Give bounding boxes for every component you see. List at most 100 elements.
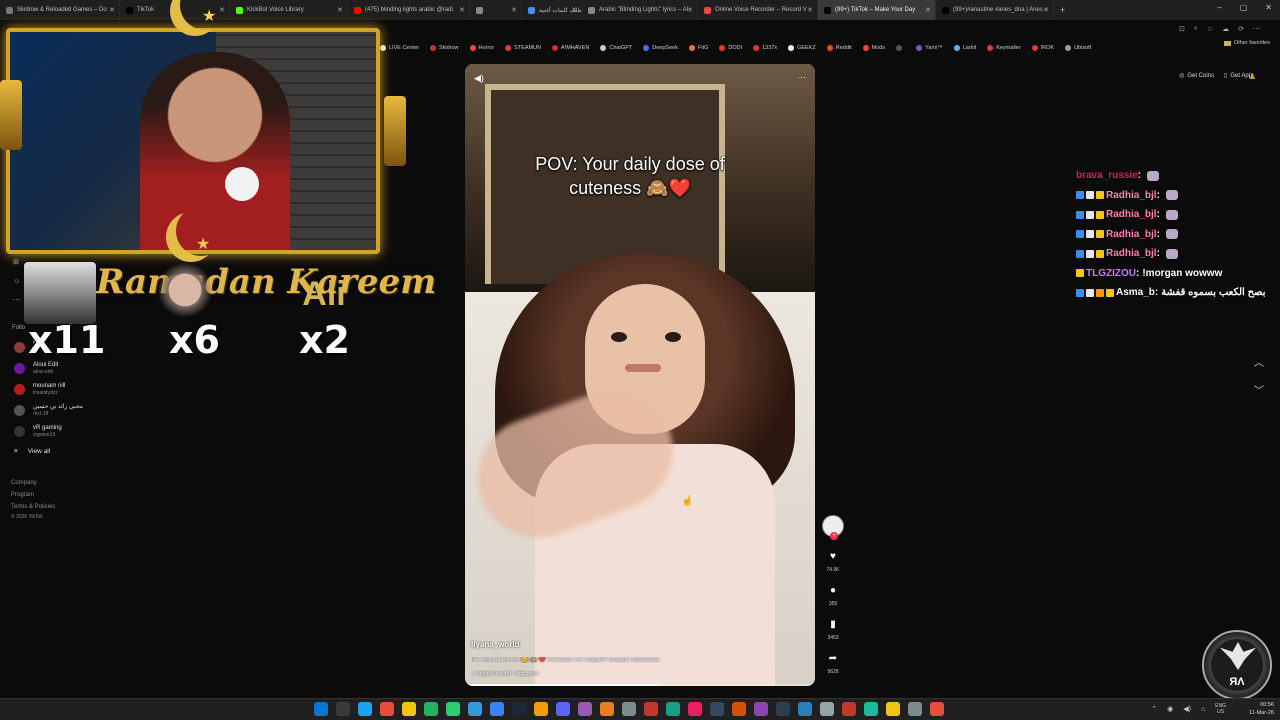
language-indicator[interactable]: ENG US (1215, 703, 1226, 715)
bookmark-item[interactable]: Keymailer (987, 44, 1021, 51)
view-all-link[interactable]: ≡ View all (14, 448, 50, 455)
tray-network-icon[interactable]: ⌂ (1201, 706, 1205, 713)
following-account[interactable]: mounam nill insanitydzz (14, 383, 65, 396)
taskbar-app-icon[interactable] (798, 702, 812, 716)
taskbar-app-icon[interactable] (644, 702, 658, 716)
chat-username[interactable]: brava_russie (1076, 170, 1138, 181)
bookmark-item[interactable]: Mods (862, 44, 885, 51)
browser-tab[interactable]: Online Voice Recorder – Record V ✕ (698, 0, 818, 20)
bookmark-item[interactable]: Horror (469, 44, 494, 51)
taskbar-app-icon[interactable] (402, 702, 416, 716)
share-action[interactable]: ➦ 5628 (820, 653, 846, 675)
chat-username[interactable]: Asma_b (1116, 287, 1155, 298)
next-video-icon[interactable]: ﹀ (1254, 382, 1264, 397)
video-progress-bar[interactable] (465, 684, 815, 686)
taskbar-app-icon[interactable] (886, 702, 900, 716)
tab-close-icon[interactable]: ✕ (925, 6, 931, 14)
browser-tab[interactable]: KickBot Voice Library ✕ (230, 0, 348, 20)
taskbar-app-icon[interactable] (446, 702, 460, 716)
taskbar-app-icon[interactable] (710, 702, 724, 716)
tab-close-icon[interactable]: ✕ (571, 6, 577, 14)
add-icon[interactable]: ⊞ (13, 258, 19, 266)
minimize-button[interactable]: – (1217, 3, 1221, 12)
taskbar-app-icon[interactable] (754, 702, 768, 716)
get-app-button[interactable]: ▯ Get App (1224, 72, 1252, 80)
tab-close-icon[interactable]: ✕ (687, 6, 693, 14)
heart-icon[interactable]: ♥ (820, 551, 846, 563)
tab-close-icon[interactable]: ✕ (807, 6, 813, 14)
following-account[interactable]: محبي رائد بن حسين rhct.1ff (14, 404, 83, 417)
more-options-icon[interactable]: ⋯ (797, 72, 806, 83)
taskbar-app-icon[interactable] (468, 702, 482, 716)
chat-username[interactable]: Radhia_bjl (1106, 209, 1157, 220)
bookmark-item[interactable]: GEEKZ (788, 44, 816, 51)
tab-close-icon[interactable]: ✕ (1043, 6, 1049, 14)
taskbar-app-icon[interactable] (908, 702, 922, 716)
tray-volume-icon[interactable]: ◀) (1183, 705, 1191, 713)
bookmark-item[interactable]: Larkit (953, 44, 976, 51)
tray-wifi-icon[interactable]: ◉ (1167, 705, 1173, 713)
footer-company-link[interactable]: Company (11, 477, 55, 489)
taskbar-app-icon[interactable] (688, 702, 702, 716)
taskbar-app-icon[interactable] (380, 702, 394, 716)
taskbar-clock[interactable]: 00:56 11-Mar-26 (1249, 701, 1274, 717)
taskbar-app-icon[interactable] (534, 702, 548, 716)
close-window-button[interactable]: ✕ (1265, 3, 1272, 12)
cloud-icon[interactable]: ☁ (1222, 25, 1229, 33)
bookmark-item[interactable]: DeepSeek (643, 44, 678, 51)
bookmark-item[interactable]: Ubisoft (1065, 44, 1091, 51)
browser-tab[interactable]: (475) blinding lights arabic @radi ✕ (348, 0, 470, 20)
browser-tab[interactable]: (99+) TikTok – Make Your Day ✕ (818, 0, 936, 20)
tab-close-icon[interactable]: ✕ (337, 6, 343, 14)
bookmark-item[interactable]: Yami™ (916, 44, 943, 51)
taskbar-app-icon[interactable] (666, 702, 680, 716)
bookmark-item[interactable]: Reddit (826, 44, 852, 51)
taskbar-app-icon[interactable] (490, 702, 504, 716)
footer-program-link[interactable]: Program (11, 489, 55, 501)
chat-username[interactable]: Radhia_bjl (1106, 248, 1157, 259)
taskbar-app-icon[interactable] (732, 702, 746, 716)
taskbar-app-icon[interactable] (776, 702, 790, 716)
comment-action[interactable]: ● 359 (820, 585, 846, 607)
taskbar-app-icon[interactable] (578, 702, 592, 716)
following-account[interactable]: Aloui Edit aloui.edit (14, 362, 58, 375)
browser-tab[interactable]: ✕ (470, 0, 522, 20)
reader-icon[interactable]: ⊡ (1179, 25, 1185, 33)
volume-icon[interactable]: ◀) (474, 73, 484, 84)
bookmark-item[interactable]: Skidrow (429, 44, 459, 51)
browser-tab[interactable]: طلب كلمات أغنية ✕ (522, 0, 582, 20)
bookmark-item[interactable]: ChatGPT (600, 44, 632, 51)
taskbar-app-icon[interactable] (930, 702, 944, 716)
video-player[interactable]: POV: Your daily dose of cuteness 🙈❤️ ◀) … (465, 64, 815, 686)
taskbar-app-icon[interactable] (864, 702, 878, 716)
follow-plus-icon[interactable]: + (830, 532, 838, 540)
chat-username[interactable]: Radhia_bjl (1106, 190, 1157, 201)
taskbar-app-icon[interactable] (424, 702, 438, 716)
tab-close-icon[interactable]: ✕ (459, 6, 465, 14)
profile-icon[interactable]: ♟ (1249, 72, 1256, 81)
taskbar-app-icon[interactable] (336, 702, 350, 716)
favorite-star-icon[interactable]: ☆ (1207, 25, 1213, 33)
tab-close-icon[interactable]: ✕ (109, 6, 115, 14)
more-nav-icon[interactable]: ⋯ (13, 296, 20, 304)
more-menu-icon[interactable]: ⋯ (1253, 25, 1260, 33)
tray-chevron-icon[interactable]: ⌃ (1151, 705, 1157, 713)
tab-close-icon[interactable]: ✕ (511, 6, 517, 14)
comment-icon[interactable]: ● (820, 585, 846, 597)
share-icon[interactable]: ➦ (820, 653, 846, 665)
taskbar-app-icon[interactable] (358, 702, 372, 716)
taskbar-app-icon[interactable] (556, 702, 570, 716)
bookmark-item[interactable]: LIVE Center (380, 44, 419, 51)
bookmark-item[interactable]: IROK (1031, 44, 1054, 51)
video-sound[interactable]: ♫ original sound - http.poon (471, 671, 539, 677)
taskbar-app-icon[interactable] (600, 702, 614, 716)
chat-username[interactable]: Radhia_bjl (1106, 229, 1157, 240)
search-icon[interactable]: ⌕ (1194, 25, 1198, 33)
bookmark-item[interactable]: FitG (688, 44, 708, 51)
bookmark-item[interactable]: STEAMUN (505, 44, 541, 51)
browser-tab[interactable]: (99+)#anastine #anes_dna | Anes ✕ (936, 0, 1054, 20)
browser-tab[interactable]: Skidrow & Reloaded Games – Do ✕ (0, 0, 120, 20)
get-coins-button[interactable]: ◎ Get Coins (1179, 72, 1214, 80)
following-account[interactable]: vR gaming vrgame19 (14, 425, 62, 438)
chat-username[interactable]: TLGZIZOU (1086, 268, 1136, 279)
